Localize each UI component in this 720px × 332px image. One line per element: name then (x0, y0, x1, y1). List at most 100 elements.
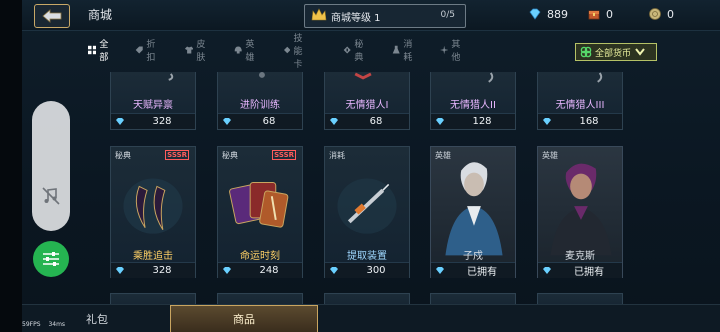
item-card[interactable]: 秘典 SSSR 命运时刻 248 (217, 146, 303, 278)
flask-icon (392, 45, 400, 54)
tab-gift-pack[interactable]: 礼包 (62, 305, 132, 332)
item-card[interactable]: 进阶训练 68 (217, 72, 303, 130)
diamond-icon (436, 267, 444, 274)
settings-toggle-button[interactable] (33, 241, 69, 277)
item-price: 68 (262, 116, 276, 127)
item-name: 提取装置 (347, 251, 387, 262)
sparkle-icon (440, 45, 449, 55)
rarity-badge: SSSR (165, 150, 189, 160)
back-button[interactable] (34, 4, 70, 28)
fps-value: 59FPS (22, 321, 41, 328)
price-bar: 68 (325, 113, 409, 129)
price-bar: 328 (111, 262, 195, 278)
item-price: 328 (152, 116, 172, 127)
item-name: 命运时刻 (240, 251, 280, 262)
filter-hero[interactable]: 英雄 (234, 40, 258, 63)
price-bar: 300 (325, 262, 409, 278)
item-name: 无情猎人I (345, 100, 389, 111)
music-off-icon[interactable] (41, 186, 61, 206)
shop-screen: 商城 商城等级 1 0/5 889 0 0 全部 折扣 皮肤 英雄 技能卡 秘典… (0, 0, 720, 332)
clover-icon (580, 46, 592, 58)
item-card[interactable]: 无情猎人I 68 (324, 72, 410, 130)
item-category-tag: 英雄 (435, 151, 451, 160)
item-card[interactable] (537, 293, 623, 304)
item-name: 进阶训练 (240, 100, 280, 111)
filter-discount[interactable]: 折扣 (135, 40, 159, 63)
item-card[interactable]: 天赋异禀 328 (110, 72, 196, 130)
filter-consumable[interactable]: 消耗 (392, 40, 416, 63)
item-category-tag: 秘典 (115, 151, 131, 160)
bottom-tab-bar: 礼包 商品 (22, 304, 720, 332)
filter-label: 折扣 (146, 40, 156, 63)
item-name: 麦克斯 (565, 251, 595, 262)
tab-goods[interactable]: 商品 (170, 305, 318, 332)
item-name: 无情猎人III (555, 100, 605, 111)
chest-icon (588, 10, 600, 20)
page-title: 商城 (88, 8, 113, 22)
diamond-value: 889 (547, 7, 568, 21)
item-card[interactable]: 无情猎人II 128 (430, 72, 516, 130)
item-grid: 天赋异禀 328 进阶训练 68 无情猎人I 68 无情猎人II 128 无情猎… (110, 72, 630, 304)
diamond-icon (330, 267, 338, 274)
diamond-icon (223, 267, 231, 274)
diamond-icon (330, 118, 338, 125)
item-price: 328 (152, 265, 172, 276)
filter-other[interactable]: 其他 (440, 40, 464, 63)
item-card[interactable]: 英雄 子戍 已拥有 (430, 146, 516, 278)
filter-label: 消耗 (403, 40, 413, 63)
filter-skill-card[interactable]: 技能卡 (284, 34, 308, 70)
shirt-icon (185, 46, 194, 54)
item-card[interactable]: 英雄 麦克斯 已拥有 (537, 146, 623, 278)
owned-status: 已拥有 (467, 267, 497, 278)
item-name: 无情猎人II (450, 100, 496, 111)
back-arrow-icon (42, 9, 62, 23)
item-name: 子戍 (463, 251, 483, 262)
diamond-counter: 889 (528, 7, 568, 21)
item-name: 乘胜追击 (133, 251, 173, 262)
diamond-icon (116, 267, 124, 274)
shop-level-label: 商城等级 1 (331, 13, 381, 24)
grid-icon (88, 45, 97, 55)
item-card[interactable]: 秘典 SSSR 乘胜追击 328 (110, 146, 196, 278)
floating-side-panel[interactable] (32, 101, 70, 231)
price-bar: 128 (431, 113, 515, 129)
filter-label: 其他 (451, 40, 461, 63)
filter-skin[interactable]: 皮肤 (185, 40, 209, 63)
shop-level-progress: 0/5 (440, 10, 455, 20)
sliders-icon (43, 252, 59, 266)
item-price: 300 (366, 265, 386, 276)
left-gutter (0, 0, 22, 332)
tab-label: 礼包 (86, 313, 108, 326)
item-card[interactable]: 无情猎人III 168 (537, 72, 623, 130)
diamond-icon (436, 118, 444, 125)
tab-label: 商品 (233, 313, 255, 326)
item-card[interactable] (217, 293, 303, 304)
owned-status: 已拥有 (574, 267, 604, 278)
item-card[interactable]: 消耗 提取装置 300 (324, 146, 410, 278)
shop-level-box[interactable]: 商城等级 1 0/5 (304, 4, 466, 28)
tag-icon (135, 46, 143, 54)
top-bar: 商城 商城等级 1 0/5 889 0 0 (22, 0, 720, 31)
filter-all[interactable]: 全部 (88, 40, 112, 63)
filter-tome[interactable]: 秘典 (343, 40, 367, 63)
item-price: 68 (369, 116, 383, 127)
price-bar: 已拥有 (431, 262, 515, 278)
item-card[interactable] (324, 293, 410, 304)
card-icon (284, 46, 291, 54)
price-bar: 328 (111, 113, 195, 129)
rarity-badge: SSSR (272, 150, 296, 160)
fps-overlay: 59FPS 34ms (22, 321, 65, 328)
price-bar: 168 (538, 113, 622, 129)
item-category-tag: 秘典 (222, 151, 238, 160)
book-icon (343, 46, 351, 54)
currency-filter-select[interactable]: 全部货币 (575, 43, 657, 61)
helmet-icon (234, 46, 242, 54)
price-bar: 已拥有 (538, 262, 622, 278)
diamond-icon (543, 267, 551, 274)
coin-icon (649, 8, 661, 20)
diamond-icon (223, 118, 231, 125)
filter-label: 秘典 (354, 40, 364, 63)
price-bar: 68 (218, 113, 302, 129)
item-card[interactable] (430, 293, 516, 304)
item-card[interactable] (110, 293, 196, 304)
